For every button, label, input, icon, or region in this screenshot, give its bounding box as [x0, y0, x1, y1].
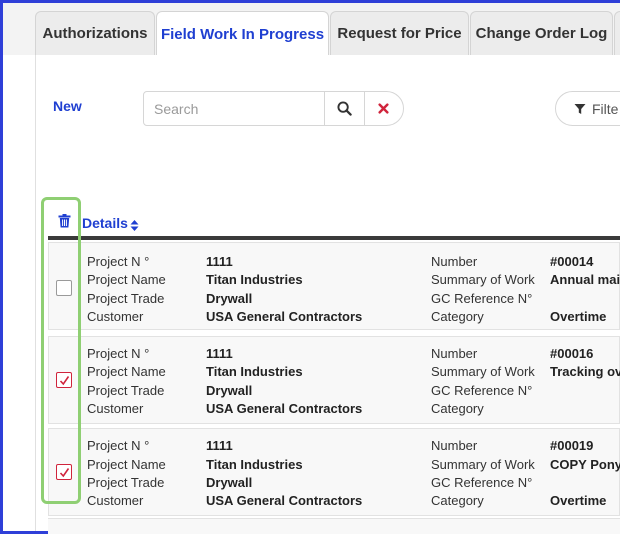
- label-customer: Customer: [87, 493, 144, 508]
- tab-field-work-in-progress[interactable]: Field Work In Progress: [156, 11, 329, 57]
- value-summary: Annual main: [550, 272, 620, 287]
- filter-button[interactable]: Filte: [555, 91, 620, 126]
- value-number: #00019: [550, 438, 594, 453]
- label-project-name: Project Name: [87, 272, 166, 287]
- label-category: Category: [431, 493, 484, 508]
- value-customer: USA General Contractors: [206, 401, 363, 416]
- label-project-name: Project Name: [87, 457, 166, 472]
- label-summary: Summary of Work: [431, 364, 535, 379]
- value-category: Overtime: [550, 493, 607, 508]
- search-input[interactable]: [144, 92, 324, 125]
- tab-authorizations[interactable]: Authorizations: [35, 11, 155, 55]
- sort-icon[interactable]: [130, 218, 139, 236]
- filter-label: Filte: [592, 100, 619, 117]
- close-icon: [378, 103, 390, 114]
- label-category: Category: [431, 309, 484, 324]
- value-project-name: Titan Industries: [206, 457, 303, 472]
- value-summary: COPY Pony: [550, 457, 620, 472]
- label-summary: Summary of Work: [431, 457, 535, 472]
- value-project-name: Titan Industries: [206, 364, 303, 379]
- filter-icon: [574, 103, 586, 114]
- check-icon: [59, 467, 69, 477]
- check-icon: [59, 375, 69, 385]
- delete-selected-button[interactable]: [58, 214, 71, 233]
- value-project-trade: Drywall: [206, 291, 253, 306]
- label-project-trade: Project Trade: [87, 291, 165, 306]
- clear-search-button[interactable]: [363, 92, 403, 125]
- label-gc-reference: GC Reference N°: [431, 475, 533, 490]
- trash-icon: [58, 214, 71, 228]
- tab-more[interactable]: [614, 11, 620, 55]
- list-item-partial: [48, 518, 620, 534]
- label-number: Number: [431, 254, 478, 269]
- label-customer: Customer: [87, 401, 144, 416]
- search-button[interactable]: [324, 92, 364, 125]
- header-divider: [48, 236, 620, 240]
- details-sort-header[interactable]: Details: [82, 215, 128, 231]
- search-bar: [143, 91, 404, 126]
- tab-request-for-price[interactable]: Request for Price: [330, 11, 469, 55]
- new-button[interactable]: New: [53, 98, 82, 114]
- label-project-no: Project N °: [87, 346, 150, 361]
- label-number: Number: [431, 438, 478, 453]
- label-summary: Summary of Work: [431, 272, 535, 287]
- search-icon: [337, 101, 352, 116]
- value-project-trade: Drywall: [206, 475, 253, 490]
- label-project-no: Project N °: [87, 254, 150, 269]
- value-project-no: 1111: [206, 254, 233, 269]
- row-checkbox[interactable]: [56, 464, 72, 480]
- value-customer: USA General Contractors: [206, 309, 363, 324]
- tab-change-order-log[interactable]: Change Order Log: [470, 11, 613, 55]
- value-project-name: Titan Industries: [206, 272, 303, 287]
- row-checkbox[interactable]: [56, 372, 72, 388]
- label-customer: Customer: [87, 309, 144, 324]
- label-project-trade: Project Trade: [87, 475, 165, 490]
- label-project-trade: Project Trade: [87, 383, 165, 398]
- value-customer: USA General Contractors: [206, 493, 363, 508]
- label-number: Number: [431, 346, 478, 361]
- label-project-name: Project Name: [87, 364, 166, 379]
- value-category: Overtime: [550, 309, 607, 324]
- value-project-no: 1111: [206, 438, 233, 453]
- row-checkbox[interactable]: [56, 280, 72, 296]
- value-number: #00016: [550, 346, 594, 361]
- label-project-no: Project N °: [87, 438, 150, 453]
- value-project-trade: Drywall: [206, 383, 253, 398]
- value-summary: Tracking ov: [550, 364, 620, 379]
- label-gc-reference: GC Reference N°: [431, 383, 533, 398]
- label-category: Category: [431, 401, 484, 416]
- label-gc-reference: GC Reference N°: [431, 291, 533, 306]
- value-number: #00014: [550, 254, 594, 269]
- value-project-no: 1111: [206, 346, 233, 361]
